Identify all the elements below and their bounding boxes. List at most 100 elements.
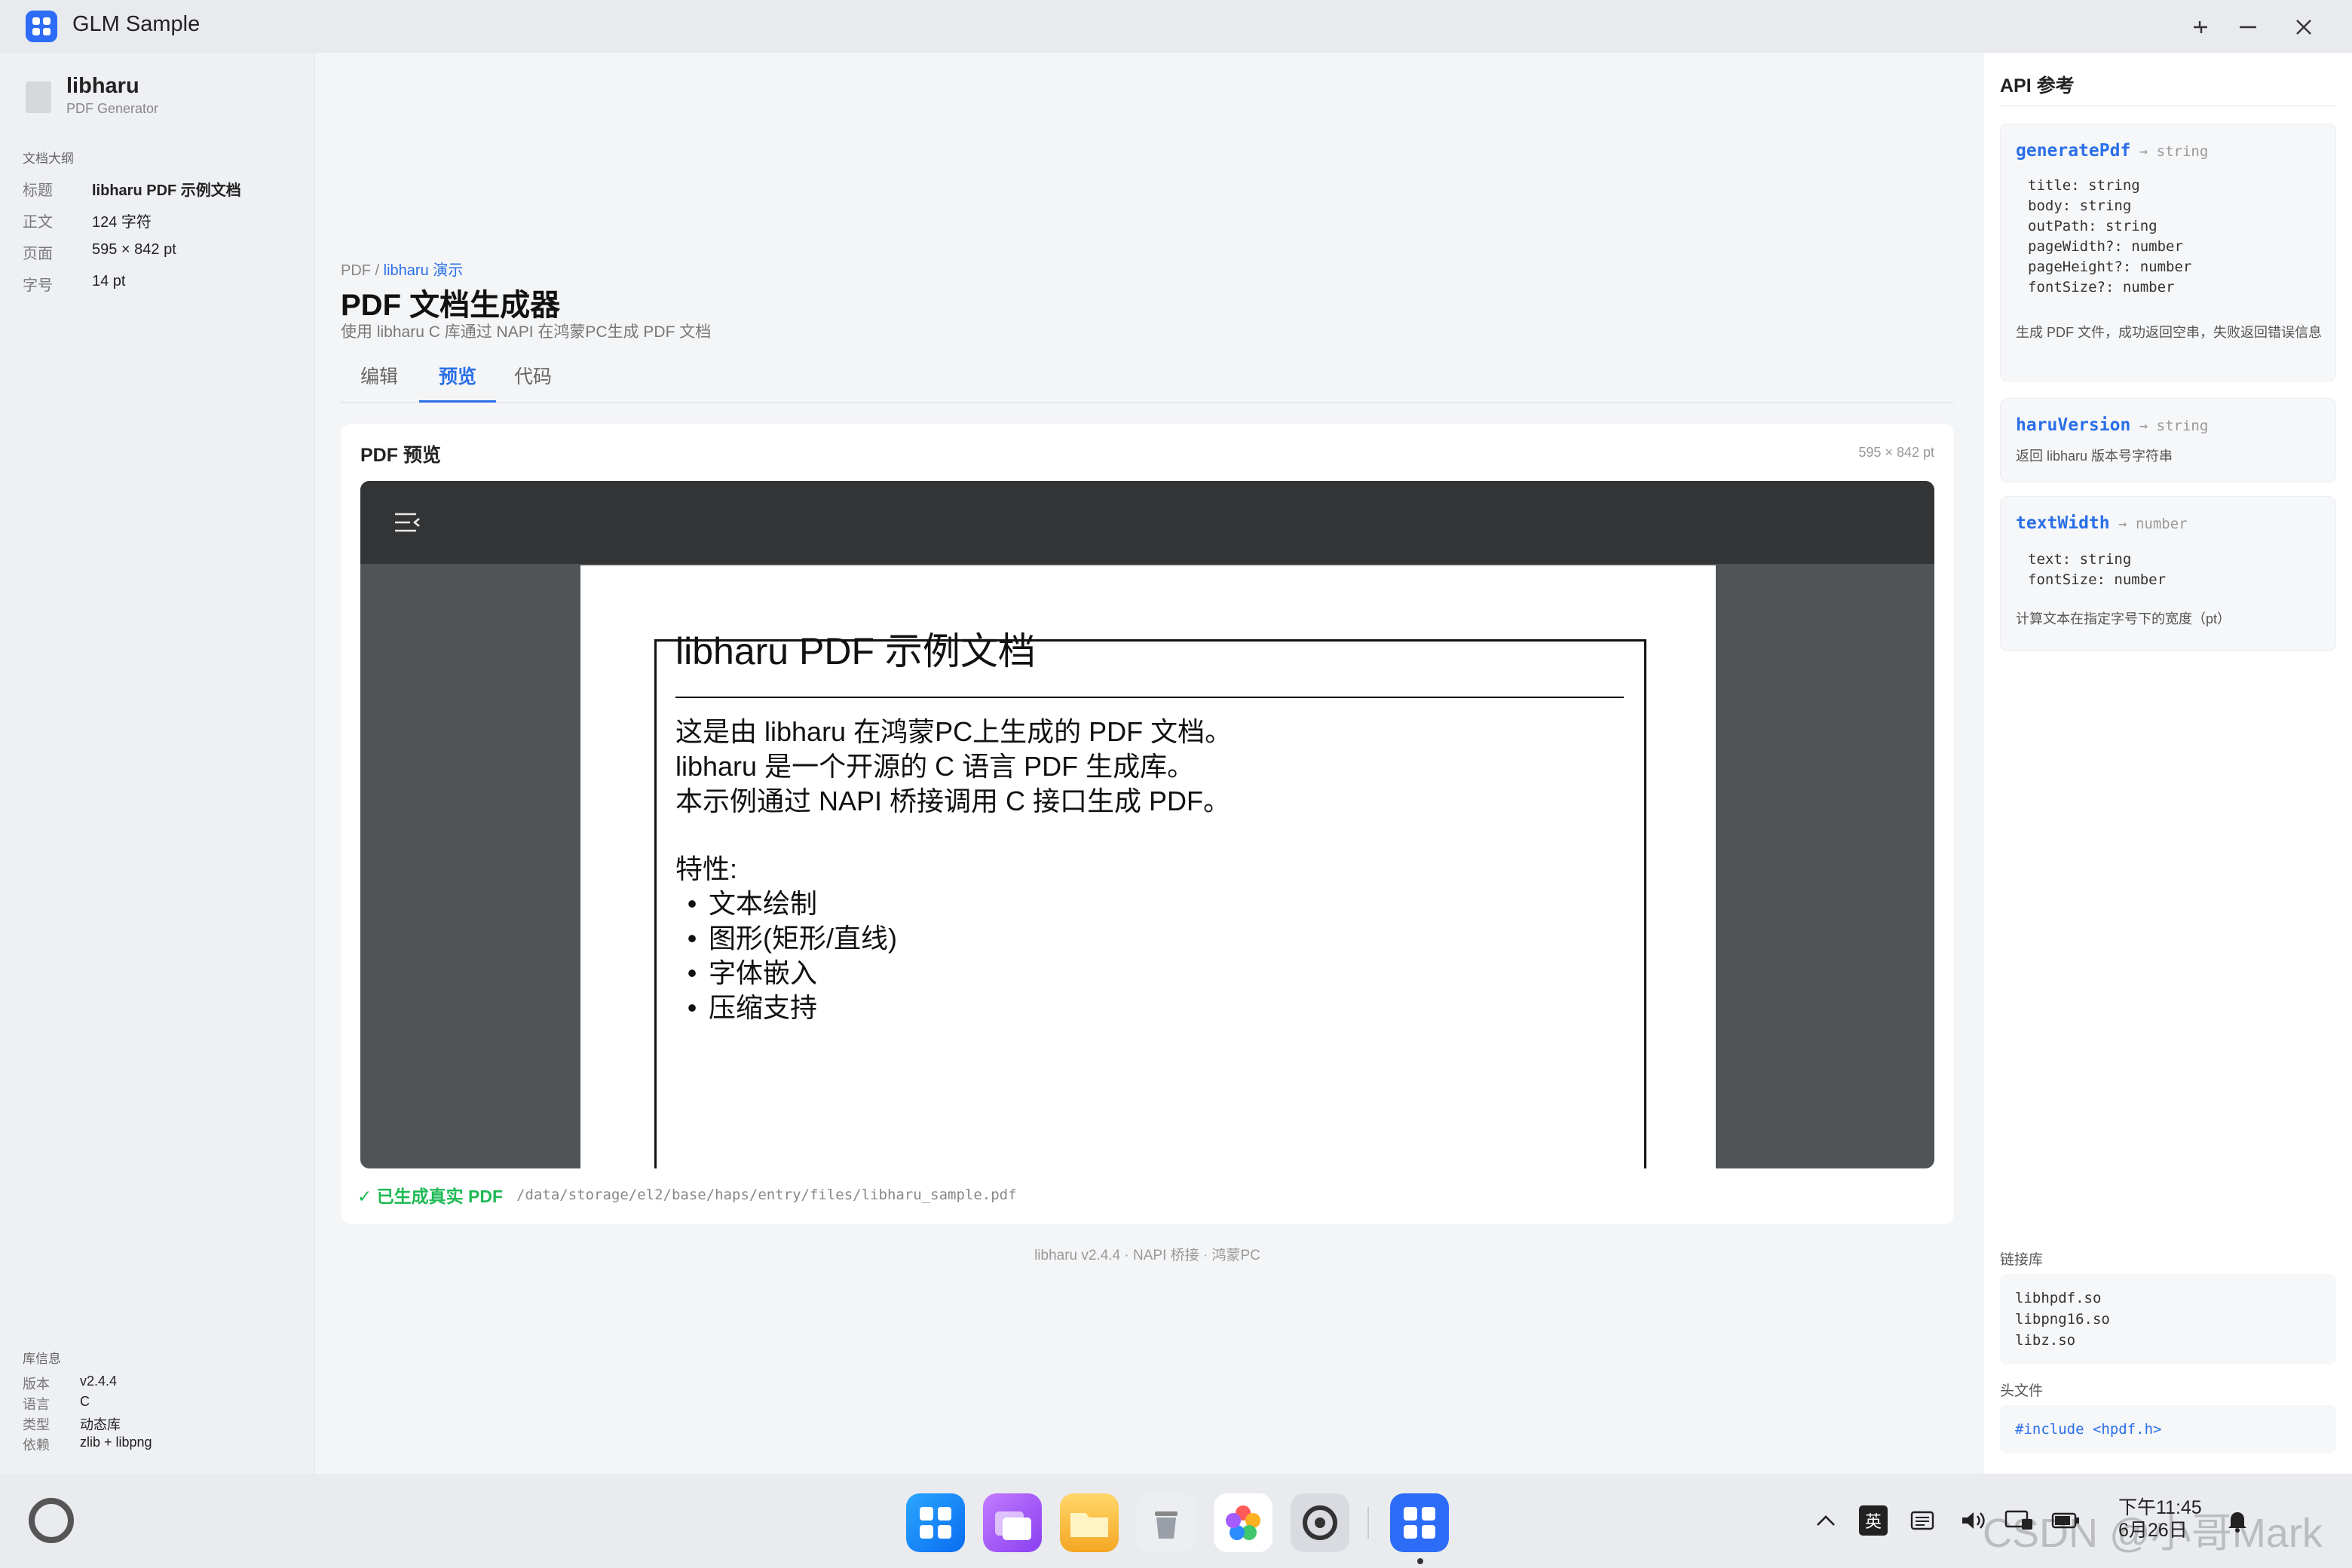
pdf-body-line: 这是由 libharu 在鸿蒙PC上生成的 PDF 文档。 (675, 716, 1233, 747)
function-name: haruVersion (2016, 415, 2131, 435)
param: fontSize: number (2028, 571, 2167, 588)
breadcrumb-root[interactable]: PDF (341, 262, 371, 279)
clipboard-icon[interactable] (1907, 1505, 1937, 1536)
title-bar: GLM Sample (0, 0, 2352, 53)
outline-row-page: 页面 595 × 842 pt (23, 241, 176, 263)
outline-value: 124 字符 (92, 214, 152, 231)
libinfo-value: zlib + libpng (80, 1435, 152, 1450)
libinfo-row-version: 版本 v2.4.4 (23, 1374, 117, 1393)
settings-icon[interactable] (1291, 1493, 1349, 1552)
api-signature: textWidth → number (2016, 513, 2188, 533)
pdf-features-label: 特性: (675, 853, 738, 884)
api-description: 计算文本在指定字号下的宽度（pt） (2016, 611, 2231, 626)
link-libraries-box: libhpdf.so libpng16.so libz.so (2000, 1274, 2336, 1364)
tab-edit[interactable]: 编辑 (360, 362, 398, 403)
library-name: libharu (66, 74, 139, 98)
pdf-body-line: 本示例通过 NAPI 桥接调用 C 接口生成 PDF。 (675, 786, 1231, 816)
api-card-haruversion: haruVersion → string 返回 libharu 版本号字符串 (2000, 398, 2336, 482)
breadcrumb-separator: / (371, 262, 384, 279)
breadcrumb-current[interactable]: libharu 演示 (384, 262, 464, 279)
outline-value: libharu PDF 示例文档 (92, 182, 241, 199)
library-item: libhpdf.so (2015, 1290, 2102, 1306)
outline-header: 文档大纲 (23, 152, 74, 166)
app-grid-icon[interactable] (906, 1493, 965, 1552)
outline-key: 正文 (23, 214, 53, 231)
return-arrow: → (2130, 143, 2157, 160)
app-title: GLM Sample (72, 12, 201, 36)
outline-row-body: 正文 124 字符 (23, 210, 152, 231)
header-file-header: 头文件 (2000, 1383, 2044, 1399)
clock-date: 6月26日 (2118, 1520, 2188, 1541)
glm-sample-app-icon[interactable] (1390, 1493, 1449, 1552)
pdf-bullet-text: 字体嵌入 (709, 957, 818, 988)
api-params: title: string body: string outPath: stri… (2028, 176, 2191, 298)
api-signature: generatePdf → string (2016, 141, 2208, 161)
pdf-divider-line (675, 697, 1624, 698)
outline-row-fontsize: 字号 14 pt (23, 273, 125, 295)
files-icon[interactable] (1060, 1493, 1119, 1552)
api-description: 生成 PDF 文件，成功返回空串，失败返回错误信息 (2016, 325, 2322, 340)
start-icon[interactable] (29, 1498, 74, 1543)
close-icon[interactable] (2287, 11, 2320, 44)
input-method-indicator[interactable]: 英 (1859, 1505, 1888, 1536)
status-success-text: ✓ 已生成真实 PDF (357, 1187, 504, 1206)
param: pageHeight?: number (2028, 259, 2192, 275)
trash-icon[interactable] (1137, 1493, 1196, 1552)
generation-status: ✓ 已生成真实 PDF /data/storage/el2/base/haps/… (357, 1182, 1017, 1208)
param: fontSize?: number (2028, 279, 2175, 296)
pdf-viewer[interactable]: libharu PDF 示例文档 这是由 libharu 在鸿蒙PC上生成的 P… (360, 481, 1934, 1168)
pdf-preview-card: PDF 预览 595 × 842 pt libharu PDF 示例文档 这是由… (341, 424, 1954, 1224)
chevron-up-icon[interactable] (1812, 1505, 1839, 1536)
return-arrow: → (2130, 418, 2157, 434)
function-name: generatePdf (2016, 141, 2131, 161)
active-app-indicator (1417, 1558, 1423, 1564)
pdf-bullet-item: • 图形(矩形/直线) (687, 923, 897, 954)
sidebar-toggle-icon[interactable] (392, 510, 422, 535)
page-title: PDF 文档生成器 (341, 289, 561, 322)
api-panel-title: API 参考 (2000, 75, 2075, 96)
library-subtitle: PDF Generator (66, 101, 159, 116)
breadcrumb: PDF / libharu 演示 (341, 258, 463, 280)
outline-value: 14 pt (92, 273, 126, 289)
restore-icon[interactable] (2185, 11, 2218, 44)
api-reference-panel: API 参考 generatePdf → string title: strin… (1983, 53, 2352, 1474)
return-arrow: → (2109, 516, 2136, 532)
libinfo-value: 动态库 (80, 1417, 121, 1432)
preview-title: PDF 预览 (360, 445, 441, 466)
pdf-body-line: libharu 是一个开源的 C 语言 PDF 生成库。 (675, 751, 1195, 782)
tab-bar: 编辑 预览 代码 (341, 353, 1954, 403)
viewer-toolbar (360, 481, 1934, 564)
clock-time: 下午11:45 (2118, 1497, 2202, 1518)
library-item: libz.so (2015, 1332, 2076, 1349)
output-file-path: /data/storage/el2/base/haps/entry/files/… (516, 1187, 1017, 1203)
volume-icon[interactable] (1958, 1505, 1989, 1536)
param: body: string (2028, 198, 2132, 214)
param: outPath: string (2028, 218, 2158, 234)
multitask-icon[interactable] (983, 1493, 1042, 1552)
tab-code[interactable]: 代码 (514, 362, 552, 403)
dock-separator (1367, 1507, 1369, 1539)
minimize-icon[interactable] (2231, 11, 2265, 44)
app-icon (26, 11, 57, 42)
function-name: textWidth (2016, 513, 2110, 533)
sidebar: libharu PDF Generator 文档大纲 标题 libharu PD… (0, 53, 315, 1474)
api-description: 返回 libharu 版本号字符串 (2016, 449, 2173, 464)
api-card-generatepdf: generatePdf → string title: string body:… (2000, 124, 2336, 381)
outline-key: 页面 (23, 246, 53, 262)
notification-bell-icon[interactable] (2222, 1505, 2252, 1536)
api-params: text: string fontSize: number (2028, 550, 2166, 590)
battery-icon[interactable] (2049, 1505, 2082, 1536)
system-clock[interactable]: 下午11:45 6月26日 (2118, 1496, 2202, 1542)
api-card-textwidth: textWidth → number text: string fontSize… (2000, 496, 2336, 651)
param: text: string (2028, 551, 2132, 568)
libinfo-value: C (80, 1394, 90, 1409)
libinfo-key: 版本 (23, 1377, 50, 1392)
pdf-bullet-item: • 压缩支持 (687, 992, 818, 1023)
libinfo-key: 类型 (23, 1417, 50, 1432)
tab-preview[interactable]: 预览 (419, 362, 496, 403)
include-directive: #include <hpdf.h> (2000, 1405, 2336, 1453)
display-icon[interactable] (2002, 1505, 2035, 1536)
pdf-page: libharu PDF 示例文档 这是由 libharu 在鸿蒙PC上生成的 P… (580, 565, 1716, 1168)
pdf-bullet-text: 图形(矩形/直线) (709, 923, 897, 954)
photos-icon[interactable] (1214, 1493, 1272, 1552)
